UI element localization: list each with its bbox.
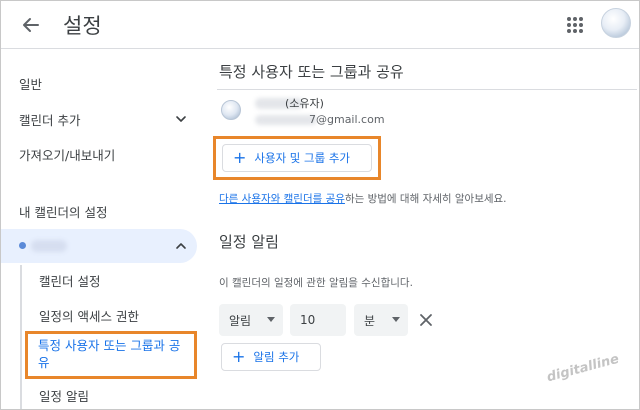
share-section-title: 특정 사용자 또는 그룹과 공유 [219, 63, 404, 81]
chevron-down-icon[interactable] [175, 113, 187, 125]
my-calendars-heading: 내 캘린더의 설정 [19, 205, 108, 220]
owner-role: (소유자) [285, 97, 324, 110]
account-avatar[interactable] [601, 8, 631, 38]
settings-sidebar: 일반 캘린더 추가 가져오기/내보내기 내 캘린더의 설정 캘린더 설정 일정의… [1, 49, 199, 409]
sidebar-item-access-permissions[interactable]: 일정의 액세스 권한 [39, 306, 139, 325]
close-icon[interactable] [417, 311, 435, 329]
owner-email-redacted [255, 115, 317, 125]
owner-email: 7@gmail.com [309, 113, 385, 126]
sidebar-item-event-notifications[interactable]: 일정 알림 [39, 386, 89, 405]
sidebar-item-add-calendar[interactable]: 캘린더 추가 [19, 110, 80, 129]
arrow-left-icon [23, 18, 39, 32]
notification-type-select[interactable]: 알림 [219, 304, 283, 336]
page-title: 설정 [63, 14, 102, 38]
help-text: 다른 사용자와 캘린더를 공유하는 방법에 대해 자세히 알아보세요. [219, 191, 507, 206]
sidebar-item-import-export[interactable]: 가져오기/내보내기 [19, 145, 115, 164]
share-help-link[interactable]: 다른 사용자와 캘린더를 공유 [219, 193, 345, 205]
chevron-up-icon[interactable] [175, 240, 187, 252]
add-people-button[interactable]: + 사용자 및 그룹 추가 [222, 144, 372, 172]
divider [217, 89, 637, 90]
add-notification-label: 알림 추가 [253, 350, 300, 364]
highlight-box: + 사용자 및 그룹 추가 [213, 136, 381, 180]
sidebar-item-calendar-settings[interactable]: 캘린더 설정 [39, 271, 100, 290]
dropdown-arrow-icon [267, 317, 275, 322]
apps-button[interactable] [563, 13, 587, 37]
calendar-color-dot [19, 242, 26, 249]
sidebar-item-general[interactable]: 일반 [19, 74, 42, 93]
apps-grid-icon [567, 17, 583, 33]
sidebar-item-share-with-specific[interactable]: 특정 사용자 또는 그룹과 공유 [25, 331, 197, 379]
calendar-name-redacted [31, 240, 67, 252]
notification-unit-value: 분 [364, 313, 376, 328]
notifications-description: 이 캘린더의 일정에 관한 알림을 수신합니다. [219, 277, 413, 289]
notifications-title: 일정 알림 [219, 233, 279, 251]
plus-icon: + [232, 347, 246, 366]
notification-unit-select[interactable]: 분 [354, 304, 408, 336]
help-text-rest: 하는 방법에 대해 자세히 알아보세요. [344, 193, 507, 205]
add-people-label: 사용자 및 그룹 추가 [254, 151, 351, 165]
dropdown-arrow-icon [392, 317, 400, 322]
add-notification-button[interactable]: + 알림 추가 [221, 343, 321, 371]
plus-icon: + [233, 148, 247, 167]
top-bar: 설정 [1, 1, 639, 49]
tree-line [20, 265, 22, 409]
settings-window: 설정 일반 캘린더 추가 가져오기/내보내기 내 캘린더의 설정 캘린더 설정 … [0, 0, 640, 410]
notification-type-value: 알림 [229, 313, 252, 328]
notification-amount-input[interactable] [290, 304, 346, 336]
sidebar-item-my-calendar[interactable] [1, 229, 197, 263]
owner-avatar [221, 100, 241, 120]
settings-main: 특정 사용자 또는 그룹과 공유 (소유자) 7@gmail.com + 사용자… [199, 49, 639, 409]
back-button[interactable] [17, 11, 45, 39]
